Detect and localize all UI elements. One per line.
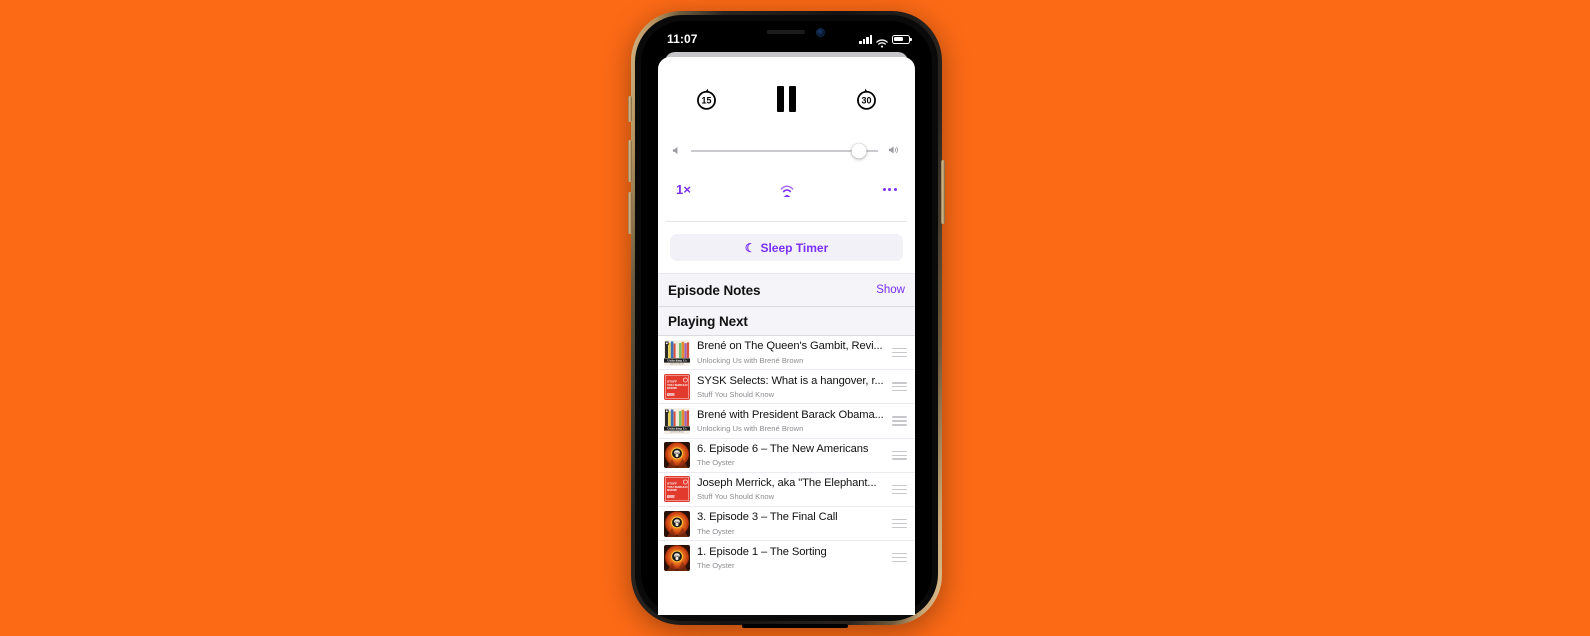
volume-slider-row[interactable]	[658, 133, 915, 169]
table-row[interactable]: THE 6. Episode 6 – The New Americans The …	[658, 437, 915, 472]
power-button[interactable]	[941, 160, 945, 224]
episode-text: Joseph Merrick, aka "The Elephant... Stuf…	[697, 477, 885, 501]
sleep-timer-button[interactable]: ☾ Sleep Timer	[670, 234, 903, 261]
front-camera	[816, 28, 824, 36]
episode-title: 6. Episode 6 – The New Americans	[697, 443, 869, 456]
volume-thumb[interactable]	[851, 143, 867, 159]
pause-bar-left	[776, 86, 784, 112]
sleep-timer-section: ☾ Sleep Timer	[658, 222, 915, 273]
episode-show: The Oyster	[697, 526, 735, 536]
battery-icon	[892, 34, 912, 44]
volume-track[interactable]	[691, 143, 878, 159]
playing-next-title: Playing Next	[668, 313, 748, 329]
drag-handle-icon[interactable]	[892, 348, 907, 358]
episode-artwork: STUFF YOU SHOULD KNOW PODCAST	[664, 476, 690, 503]
player-sheet: 15 30 1× ☾ Sleep Timer Episode Notes Sho…	[658, 57, 915, 615]
mute-switch[interactable]	[628, 96, 632, 122]
episode-text: 1. Episode 1 – The Sorting The Oyster	[697, 546, 885, 570]
svg-text:PODCAST: PODCAST	[668, 496, 677, 499]
home-indicator[interactable]	[742, 623, 848, 628]
status-bar-clock: 11:07	[667, 32, 698, 46]
pause-bar-right	[789, 86, 797, 112]
episode-notes-show-button[interactable]: Show	[876, 284, 905, 296]
moon-icon: ☾	[744, 240, 756, 255]
svg-text:PODCAST: PODCAST	[668, 393, 677, 396]
episode-title: 3. Episode 3 – The Final Call	[697, 511, 838, 524]
more-dot	[882, 187, 886, 191]
table-row[interactable]: STUFF YOU SHOULD KNOW PODCAST SYSK Selec…	[658, 369, 915, 403]
episode-artwork: THE	[664, 510, 690, 537]
table-row[interactable]: THE 3. Episode 3 – The Final Call The Oys…	[658, 505, 915, 540]
phone-notch	[739, 21, 851, 43]
sleep-timer-label: Sleep Timer	[760, 240, 829, 255]
earpiece-speaker	[766, 30, 805, 34]
playing-next-header: Playing Next	[658, 306, 915, 335]
episode-text: Brené with President Barack Obama... Unlo…	[697, 409, 885, 433]
pause-button[interactable]	[776, 86, 797, 112]
table-row[interactable]: THE 1. Episode 1 – The Sorting The Oyster	[658, 540, 915, 574]
airplay-icon[interactable]	[779, 181, 795, 197]
wifi-icon	[876, 35, 888, 48]
svg-text:KNOW: KNOW	[667, 386, 677, 390]
svg-text:THE: THE	[675, 556, 680, 558]
episode-text: SYSK Selects: What is a hangover, r... St…	[697, 375, 885, 399]
episode-artwork: STUFF YOU SHOULD KNOW PODCAST	[664, 373, 690, 400]
episode-show: Stuff You Should Know	[697, 492, 775, 502]
skip-forward-30-icon[interactable]: 30	[854, 87, 879, 112]
cellular-bars-icon	[859, 34, 872, 44]
table-row[interactable]: Unlocking Us with Brené Brown Brené with…	[658, 403, 915, 437]
svg-text:KNOW: KNOW	[667, 489, 677, 493]
episode-text: 6. Episode 6 – The New Americans The Oyst…	[697, 443, 885, 467]
table-row[interactable]: STUFF YOU SHOULD KNOW PODCAST Joseph Mer…	[658, 471, 915, 506]
episode-notes-title: Episode Notes	[668, 282, 761, 298]
player-options-row: 1×	[658, 169, 915, 211]
transport-controls: 15 30	[658, 57, 915, 133]
svg-text:Unlocking Us: Unlocking Us	[667, 358, 687, 362]
playback-speed-button[interactable]: 1×	[676, 182, 691, 197]
episode-title: Brené on The Queen's Gambit, Revi...	[697, 340, 883, 353]
episode-artwork: THE	[664, 442, 690, 469]
volume-down-button[interactable]	[628, 192, 632, 234]
episode-title: 1. Episode 1 – The Sorting	[697, 545, 827, 558]
drag-handle-icon[interactable]	[892, 416, 907, 426]
episode-artwork: Unlocking Us with Brené Brown	[664, 407, 690, 434]
screenshot-canvas: 15 30 1× ☾ Sleep Timer Episode Notes Sho…	[0, 0, 1590, 636]
episode-artwork: Unlocking Us with Brené Brown	[664, 339, 690, 366]
drag-handle-icon[interactable]	[892, 518, 907, 529]
more-dot	[888, 187, 892, 191]
svg-text:30: 30	[862, 95, 872, 105]
playing-next-list: Unlocking Us with Brené Brown Brené on T…	[658, 335, 915, 575]
more-options-icon[interactable]	[882, 187, 897, 191]
svg-text:with Brené Brown: with Brené Brown	[670, 362, 684, 365]
episode-title: Joseph Merrick, aka "The Elephant...	[697, 477, 877, 490]
svg-text:15: 15	[701, 95, 711, 105]
status-bar-indicators	[859, 34, 912, 48]
volume-low-icon	[672, 142, 681, 160]
episode-notes-bar[interactable]: Episode Notes Show	[658, 273, 915, 306]
episode-artwork: THE	[664, 544, 690, 571]
volume-up-button[interactable]	[628, 140, 632, 182]
episode-show: The Oyster	[697, 560, 735, 570]
table-row[interactable]: Unlocking Us with Brené Brown Brené on T…	[658, 335, 915, 369]
more-dot	[893, 187, 897, 191]
svg-text:Unlocking Us: Unlocking Us	[667, 427, 687, 431]
drag-handle-icon[interactable]	[892, 382, 907, 392]
episode-text: 3. Episode 3 – The Final Call The Oyster	[697, 511, 885, 535]
svg-text:with Brené Brown: with Brené Brown	[670, 431, 684, 434]
skip-back-15-icon[interactable]: 15	[694, 87, 719, 112]
episode-show: The Oyster	[697, 458, 735, 468]
episode-show: Unlocking Us with Brené Brown	[697, 355, 804, 365]
episode-text: Brené on The Queen's Gambit, Revi... Unlo…	[697, 340, 885, 364]
episode-show: Stuff You Should Know	[697, 389, 775, 399]
episode-show: Unlocking Us with Brené Brown	[697, 423, 804, 433]
drag-handle-icon[interactable]	[892, 484, 907, 494]
episode-title: Brené with President Barack Obama...	[697, 408, 884, 421]
volume-high-icon	[888, 142, 901, 160]
svg-text:THE: THE	[675, 453, 680, 455]
svg-text:THE: THE	[675, 522, 680, 524]
drag-handle-icon[interactable]	[892, 450, 907, 460]
episode-title: SYSK Selects: What is a hangover, r...	[697, 374, 884, 387]
drag-handle-icon[interactable]	[892, 553, 907, 563]
